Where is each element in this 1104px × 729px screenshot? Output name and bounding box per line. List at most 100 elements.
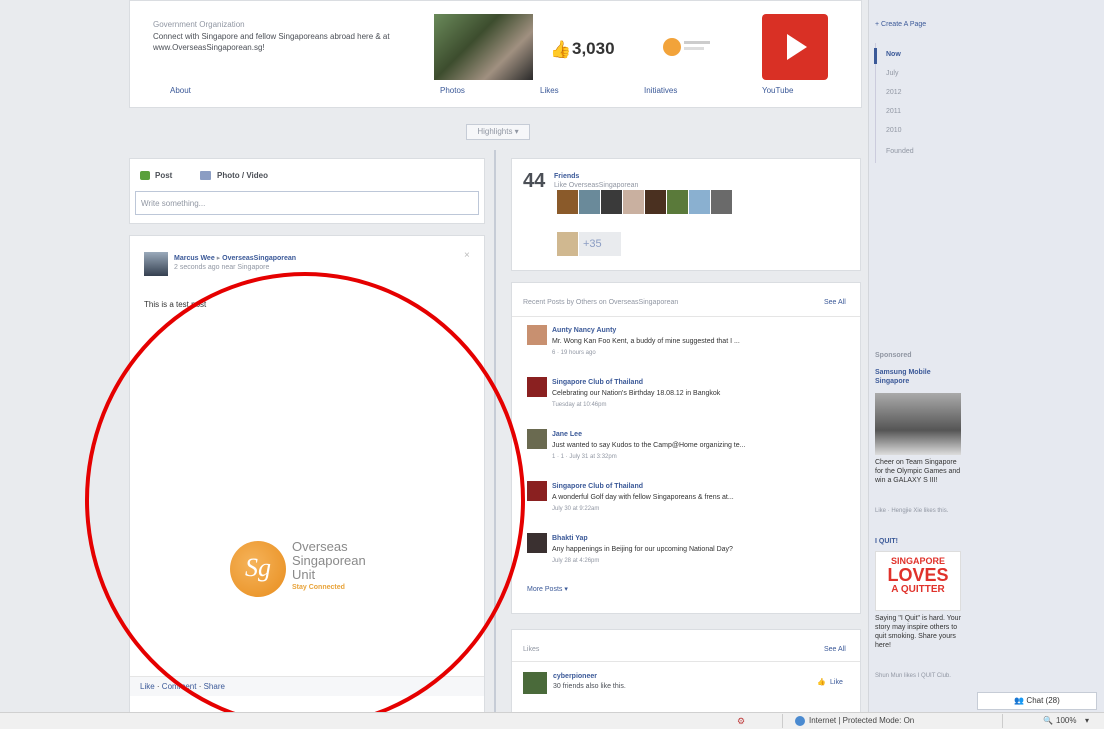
avatar[interactable] bbox=[527, 481, 547, 501]
friend-photo[interactable] bbox=[645, 190, 666, 214]
highlights-dropdown[interactable]: Highlights ▾ bbox=[466, 124, 530, 140]
status-input[interactable]: Write something... bbox=[135, 191, 479, 215]
composer-card: Post Photo / Video Write something... bbox=[129, 158, 485, 224]
avatar[interactable] bbox=[527, 325, 547, 345]
post-card: Marcus Wee ▸ OverseasSingaporean 2 secon… bbox=[129, 235, 485, 729]
ad2-title[interactable]: I QUIT! bbox=[875, 538, 898, 545]
likes-tile[interactable]: 👍 3,030 bbox=[539, 14, 638, 80]
friend-photo[interactable] bbox=[623, 190, 644, 214]
friend-photo[interactable] bbox=[557, 190, 578, 214]
like-action[interactable]: Like bbox=[140, 682, 155, 691]
org-type: Government Organization bbox=[153, 20, 245, 29]
close-icon[interactable]: × bbox=[464, 250, 470, 261]
cyberpioneer-avatar[interactable] bbox=[523, 672, 547, 694]
item-author[interactable]: Jane Lee bbox=[552, 431, 582, 438]
share-action[interactable]: Share bbox=[204, 682, 225, 691]
tab-likes[interactable]: Likes bbox=[540, 86, 559, 95]
liked-page-sub: 30 friends also like this. bbox=[553, 683, 626, 690]
post-actions-bar: Like · Comment · Share bbox=[130, 676, 484, 696]
recent-posts-card: Recent Posts by Others on OverseasSingap… bbox=[511, 282, 861, 614]
post-body: This is a test post bbox=[144, 300, 207, 309]
tab-photos[interactable]: Photos bbox=[440, 86, 465, 95]
more-posts-link[interactable]: More Posts ▾ bbox=[527, 585, 568, 593]
avatar[interactable] bbox=[527, 377, 547, 397]
chat-label: Chat (28) bbox=[1026, 696, 1060, 705]
osu-logo: Sg Overseas Singaporean Unit Stay Connec… bbox=[230, 536, 400, 606]
page-description: Connect with Singapore and fellow Singap… bbox=[153, 32, 390, 52]
osu-logo-icon bbox=[663, 38, 681, 56]
likes-see-all[interactable]: See All bbox=[824, 646, 846, 653]
item-author[interactable]: Bhakti Yap bbox=[552, 535, 588, 542]
initiatives-tile[interactable] bbox=[644, 14, 743, 80]
ad2-image[interactable]: SINGAPORE LOVES A QUITTER bbox=[875, 551, 961, 611]
avatar[interactable] bbox=[527, 429, 547, 449]
like-page-button[interactable]: Like bbox=[830, 679, 843, 686]
play-icon bbox=[787, 34, 807, 60]
ad2-img-line3: A QUITTER bbox=[891, 584, 945, 595]
post-tab[interactable]: Post bbox=[155, 171, 172, 180]
post-header: Marcus Wee ▸ OverseasSingaporean bbox=[174, 254, 296, 262]
right-rail: + Create A Page Now July 2012 2011 2010 … bbox=[868, 0, 1104, 712]
ad1-title[interactable]: Samsung Mobile Singapore bbox=[875, 368, 965, 386]
sponsored-label: Sponsored bbox=[875, 352, 912, 359]
friend-photo[interactable] bbox=[601, 190, 622, 214]
friend-photo[interactable] bbox=[579, 190, 600, 214]
globe-icon bbox=[795, 716, 805, 726]
friends-count: 44 bbox=[523, 170, 546, 192]
comment-action[interactable]: Comment bbox=[162, 682, 197, 691]
item-meta: July 28 at 4:26pm bbox=[552, 558, 600, 564]
photo-video-tab[interactable]: Photo / Video bbox=[217, 171, 268, 180]
year-founded[interactable]: Founded bbox=[886, 148, 914, 155]
ad1-like[interactable]: Like · Hengjie Xie likes this. bbox=[875, 507, 965, 515]
year-2010[interactable]: 2010 bbox=[886, 127, 902, 134]
photos-tile[interactable] bbox=[434, 14, 533, 80]
item-text: A wonderful Golf day with fellow Singapo… bbox=[552, 494, 734, 501]
friends-label[interactable]: Friends bbox=[554, 173, 579, 180]
year-july[interactable]: July bbox=[886, 70, 898, 77]
likes-count: 3,030 bbox=[572, 39, 615, 58]
friend-photo[interactable] bbox=[667, 190, 688, 214]
main-column: Government Organization Connect with Sin… bbox=[0, 0, 870, 729]
avatar[interactable] bbox=[527, 533, 547, 553]
year-now[interactable]: Now bbox=[886, 51, 901, 58]
friend-photo[interactable] bbox=[711, 190, 732, 214]
recent-see-all[interactable]: See All bbox=[824, 299, 846, 306]
item-author[interactable]: Singapore Club of Thailand bbox=[552, 483, 643, 490]
chat-icon: 👥 bbox=[1014, 696, 1025, 705]
tab-youtube[interactable]: YouTube bbox=[762, 86, 793, 95]
friend-photo[interactable] bbox=[557, 232, 578, 256]
item-meta: 1 · 1 · July 31 at 3:32pm bbox=[552, 454, 617, 460]
friends-sub: Like OverseasSingaporean bbox=[554, 182, 639, 189]
ad2-like[interactable]: Shun Mun likes I QUIT Club. bbox=[875, 672, 965, 680]
item-text: Any happenings in Beijing for our upcomi… bbox=[552, 546, 733, 553]
tab-about[interactable]: About bbox=[170, 86, 191, 95]
item-author[interactable]: Aunty Nancy Aunty bbox=[552, 327, 616, 334]
logo-line3: Unit bbox=[292, 567, 316, 582]
item-text: Celebrating our Nation's Birthday 18.08.… bbox=[552, 390, 721, 397]
timeline-years: Now July 2012 2011 2010 Founded bbox=[874, 43, 915, 163]
friends-more[interactable]: +35 bbox=[579, 232, 621, 256]
year-2011[interactable]: 2011 bbox=[886, 108, 901, 115]
item-author[interactable]: Singapore Club of Thailand bbox=[552, 379, 643, 386]
liked-page-name[interactable]: cyberpioneer bbox=[553, 673, 597, 680]
chevron-down-icon[interactable]: ▾ bbox=[1085, 716, 1089, 725]
author-avatar[interactable] bbox=[144, 252, 168, 276]
friends-card: 44 Friends Like OverseasSingaporean +35 bbox=[511, 158, 861, 271]
logo-line1: Overseas bbox=[292, 539, 348, 554]
create-page-link[interactable]: + Create A Page bbox=[875, 21, 926, 28]
post-meta: 2 seconds ago near Singapore bbox=[174, 264, 270, 271]
chat-bar[interactable]: 👥 Chat (28) bbox=[977, 692, 1097, 710]
target-link[interactable]: OverseasSingaporean bbox=[222, 255, 296, 262]
author-link[interactable]: Marcus Wee bbox=[174, 255, 215, 262]
item-meta: July 30 at 9:22am bbox=[552, 506, 600, 512]
year-2012[interactable]: 2012 bbox=[886, 89, 902, 96]
ad1-image[interactable] bbox=[875, 393, 961, 455]
zone-text: Internet | Protected Mode: On bbox=[809, 716, 915, 725]
friend-photo[interactable] bbox=[689, 190, 710, 214]
tab-initiatives[interactable]: Initiatives bbox=[644, 86, 677, 95]
likes-title: Likes bbox=[523, 646, 540, 653]
youtube-tile[interactable] bbox=[762, 14, 828, 80]
photo-icon bbox=[200, 171, 211, 180]
like-icon: 👍 bbox=[817, 679, 826, 686]
zoom-level[interactable]: 100% bbox=[1056, 716, 1076, 725]
